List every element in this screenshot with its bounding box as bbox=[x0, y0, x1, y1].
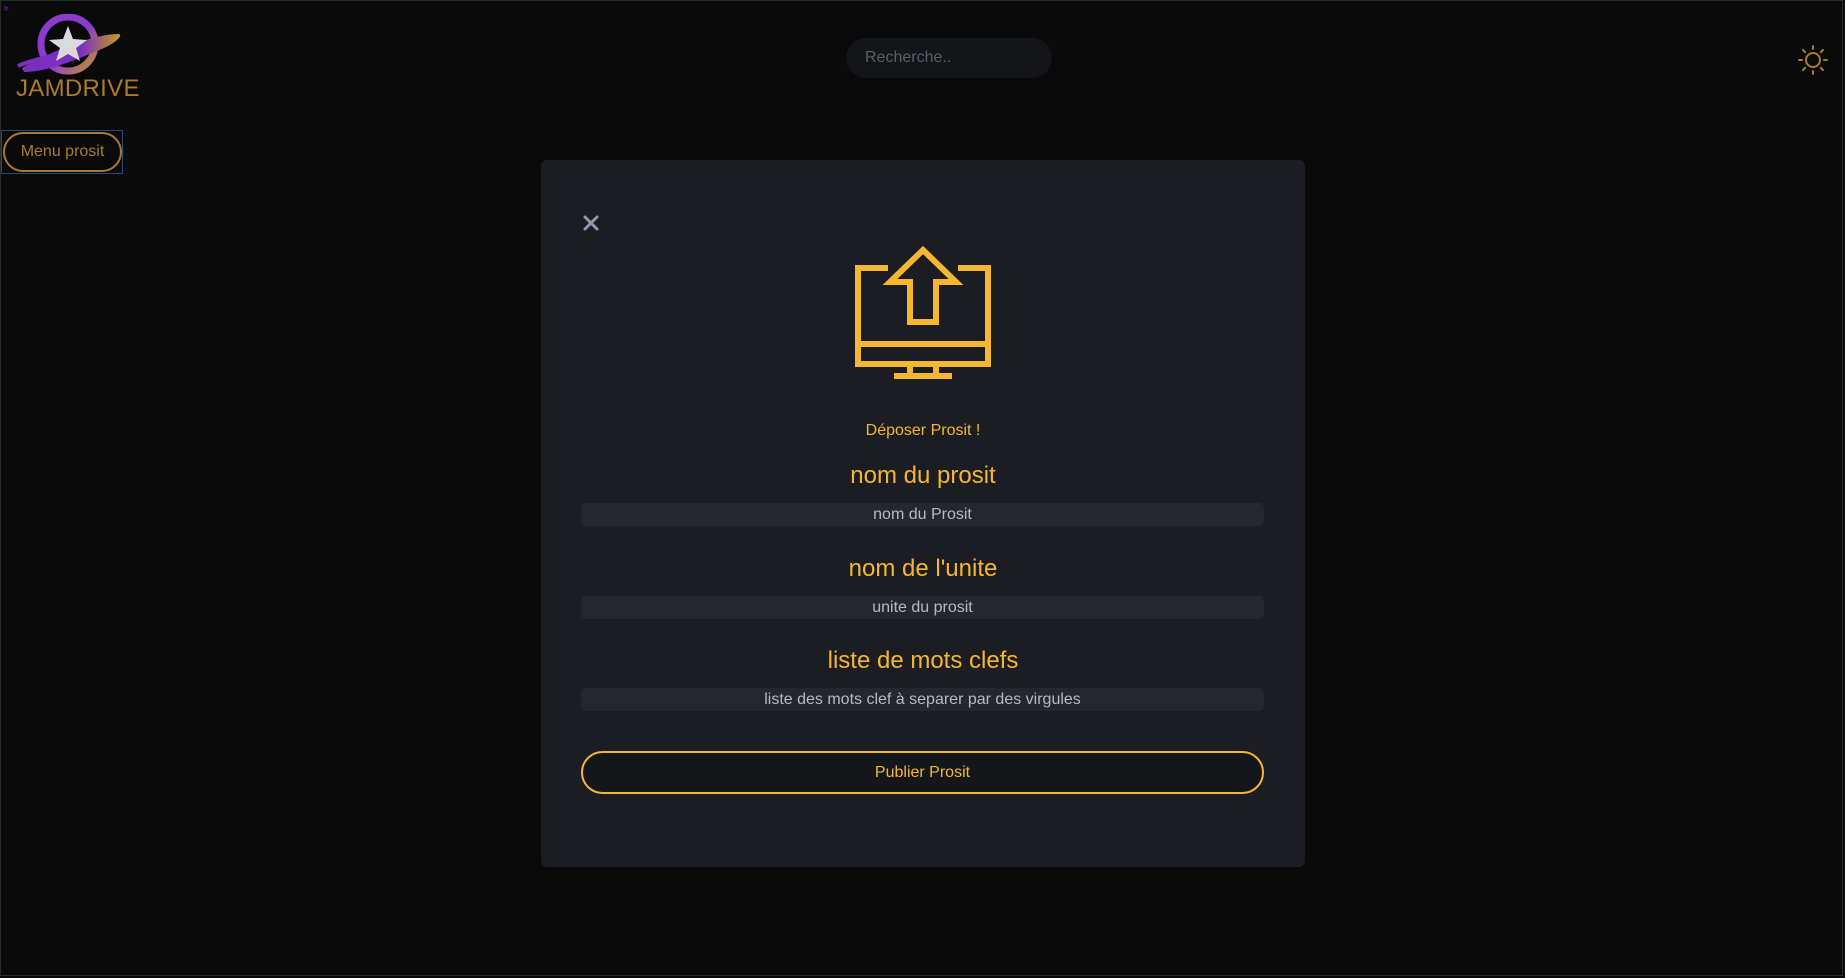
corner-close-mark[interactable]: × bbox=[3, 4, 9, 15]
deposit-prosit-modal: Déposer Prosit ! nom du prosit nom de l'… bbox=[541, 160, 1305, 867]
planet-star-logo-icon bbox=[17, 14, 121, 75]
keywords-label: liste de mots clefs bbox=[827, 647, 1019, 674]
monitor-upload-icon bbox=[854, 245, 992, 380]
menu-prosit-button[interactable]: Menu prosit bbox=[3, 132, 122, 172]
publish-prosit-button[interactable]: Publier Prosit bbox=[581, 751, 1264, 794]
prosit-name-input[interactable] bbox=[581, 503, 1264, 526]
close-icon[interactable] bbox=[581, 213, 601, 233]
search-bar[interactable] bbox=[846, 38, 1052, 78]
unit-name-label: nom de l'unite bbox=[848, 555, 998, 582]
modal-subtitle: Déposer Prosit ! bbox=[865, 422, 981, 439]
logo-text: JAMDRIVE bbox=[16, 75, 140, 102]
prosit-name-label: nom du prosit bbox=[850, 462, 996, 489]
keywords-input[interactable] bbox=[581, 688, 1264, 711]
unit-name-input[interactable] bbox=[581, 596, 1264, 619]
search-input[interactable] bbox=[863, 48, 1052, 68]
sun-icon[interactable] bbox=[1797, 44, 1829, 76]
